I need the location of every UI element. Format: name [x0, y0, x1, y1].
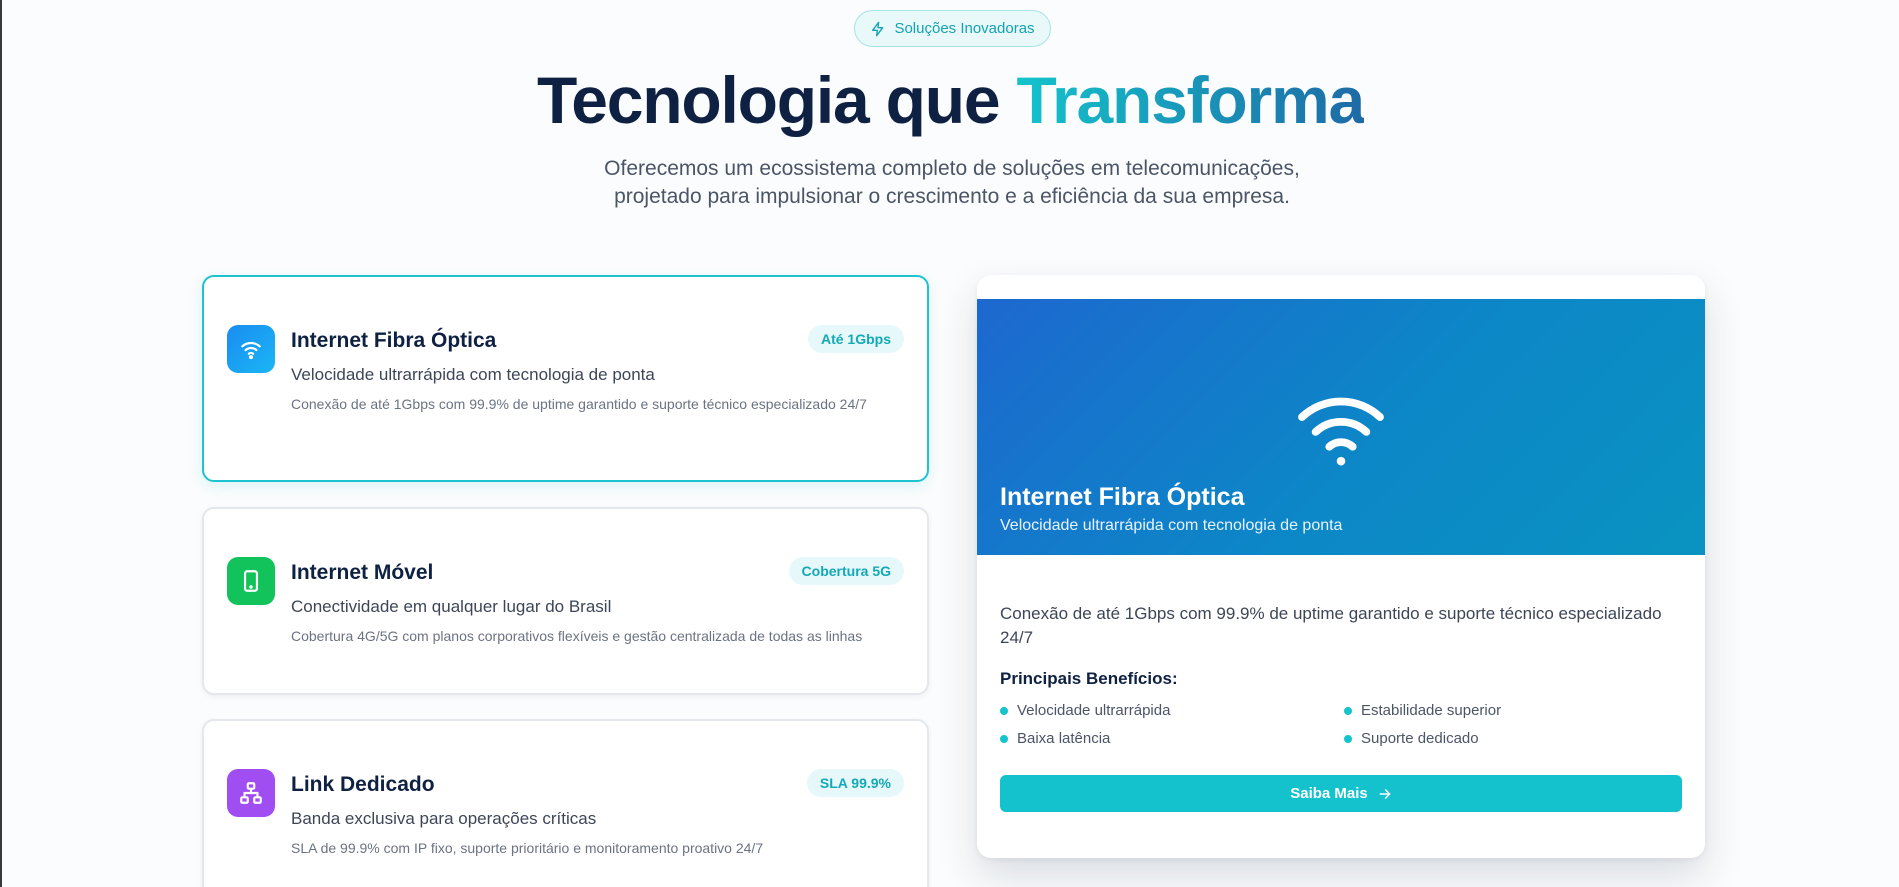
- learn-more-button[interactable]: Saiba Mais: [1000, 775, 1682, 812]
- bullet-icon: [1000, 734, 1008, 743]
- detail-panel-hero: Internet Fibra Óptica Velocidade ultrarr…: [977, 299, 1705, 555]
- lightning-icon: [872, 21, 884, 36]
- page-title: Tecnologia que Transforma: [2, 62, 1899, 138]
- page-subtitle-line-2: projetado para impulsionar o crescimento…: [614, 185, 1290, 208]
- service-icon-container: [227, 769, 275, 817]
- service-title: Link Dedicado: [291, 773, 435, 796]
- page-subtitle-line-1: Oferecemos um ecossistema completo de so…: [604, 157, 1300, 180]
- detail-panel-title: Internet Fibra Óptica: [1000, 483, 1245, 511]
- benefit-label: Velocidade ultrarrápida: [1017, 702, 1171, 719]
- benefit-label: Baixa latência: [1017, 730, 1111, 747]
- page-title-accent: Transforma: [1016, 63, 1366, 137]
- service-badge: Até 1Gbps: [807, 325, 904, 353]
- bullet-icon: [1344, 706, 1352, 715]
- service-detail: Conexão de até 1Gbps com 99.9% de uptime…: [291, 396, 867, 412]
- service-badge: Cobertura 5G: [788, 557, 904, 585]
- page-title-main: Tecnologia que: [537, 63, 1017, 137]
- wifi-icon: [1298, 397, 1384, 466]
- service-card-link-dedicado[interactable]: Link Dedicado SLA 99.9% Banda exclusiva …: [202, 719, 929, 887]
- benefit-item: Baixa latência: [1000, 730, 1110, 747]
- service-detail: Cobertura 4G/5G com planos corporativos …: [291, 628, 863, 644]
- detail-panel-subtitle: Velocidade ultrarrápida com tecnologia d…: [1000, 517, 1343, 534]
- service-card-fibra[interactable]: Internet Fibra Óptica Até 1Gbps Velocida…: [202, 275, 929, 482]
- service-icon-container: [227, 325, 275, 373]
- service-description: Velocidade ultrarrápida com tecnologia d…: [291, 365, 655, 384]
- detail-panel-description: Conexão de até 1Gbps com 99.9% de uptime…: [1000, 604, 1662, 647]
- wifi-icon: [241, 341, 261, 360]
- service-detail-panel: Internet Fibra Óptica Velocidade ultrarr…: [977, 275, 1705, 858]
- learn-more-label: Saiba Mais: [1290, 785, 1368, 802]
- smartphone-icon: [243, 570, 259, 592]
- service-title: Internet Móvel: [291, 561, 434, 584]
- benefit-label: Estabilidade superior: [1361, 702, 1502, 719]
- arrow-right-icon: [1379, 788, 1391, 799]
- service-title: Internet Fibra Óptica: [291, 329, 497, 352]
- network-icon: [240, 782, 262, 804]
- bullet-icon: [1000, 706, 1008, 715]
- service-card-movel[interactable]: Internet Móvel Cobertura 5G Conectividad…: [202, 507, 929, 695]
- service-badge: SLA 99.9%: [806, 769, 904, 797]
- solutions-badge-label: Soluções Inovadoras: [894, 20, 1035, 37]
- service-description: Banda exclusiva para operações críticas: [291, 809, 597, 828]
- service-detail: SLA de 99.9% com IP fixo, suporte priori…: [291, 840, 764, 856]
- page-subtitle: Oferecemos um ecossistema completo de so…: [552, 155, 1352, 211]
- benefit-item: Velocidade ultrarrápida: [1000, 702, 1170, 719]
- service-icon-container: [227, 557, 275, 605]
- benefit-label: Suporte dedicado: [1361, 730, 1479, 747]
- benefit-item: Estabilidade superior: [1344, 702, 1501, 719]
- benefit-item: Suporte dedicado: [1344, 730, 1479, 747]
- benefits-heading: Principais Benefícios:: [1000, 669, 1178, 688]
- bullet-icon: [1344, 734, 1352, 743]
- service-description: Conectividade em qualquer lugar do Brasi…: [291, 597, 612, 616]
- solutions-badge: Soluções Inovadoras: [854, 10, 1051, 47]
